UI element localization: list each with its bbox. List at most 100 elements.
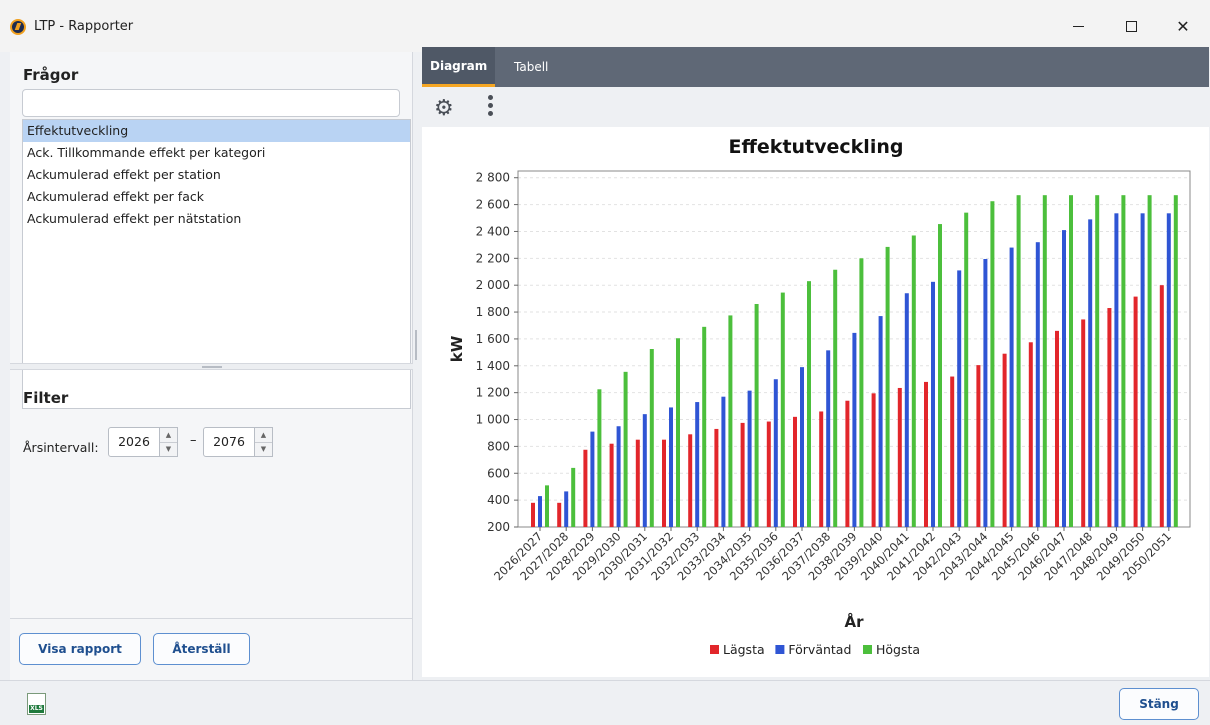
query-search-input[interactable] [22, 89, 400, 117]
left-panel: Frågor Effektutveckling Ack. Tillkommand… [10, 52, 413, 680]
show-report-button[interactable]: Visa rapport [19, 633, 141, 665]
bar-förväntad [721, 396, 726, 527]
more-options-icon[interactable] [488, 95, 493, 119]
bar-förväntad [878, 316, 883, 527]
reset-button[interactable]: Återställ [153, 633, 250, 665]
bar-förväntad [852, 332, 857, 527]
bar-lägsta [662, 439, 666, 527]
chart-title: Effektutveckling [729, 136, 904, 158]
increment-up-icon[interactable]: ▲ [160, 428, 177, 443]
chart-toolbar: ⚙ [422, 87, 1209, 127]
bar-lägsta [924, 381, 928, 527]
year-range-label: Årsintervall: [23, 440, 99, 455]
bar-förväntad [564, 491, 569, 527]
close-window-button[interactable]: ✕ [1160, 10, 1206, 42]
decrement-down-icon[interactable]: ▼ [160, 443, 177, 457]
maximize-button[interactable] [1108, 10, 1154, 42]
y-axis: 200 400 600 800 1 000 1 200 1 400 1 600 1 800 2 0… [476, 171, 518, 534]
bar-högsta [571, 467, 576, 527]
bar-förväntad [538, 496, 542, 527]
window-title: LTP - Rapporter [34, 19, 134, 34]
bar-lägsta [740, 422, 745, 527]
footer-bar: XLS Stäng [0, 680, 1210, 725]
y-tick-label: 1 200 [476, 386, 510, 400]
xls-export-icon[interactable]: XLS [27, 693, 46, 715]
splitter-grip-icon [415, 330, 417, 360]
bar-högsta [938, 224, 942, 527]
bar-förväntad [669, 407, 673, 527]
query-item-ack-per-fack[interactable]: Ackumulerad effekt per fack [23, 186, 410, 208]
bar-högsta [702, 326, 707, 527]
divider [10, 618, 413, 619]
bar-lägsta [845, 400, 850, 527]
increment-up-icon[interactable]: ▲ [255, 428, 272, 443]
title-bar: LTP - Rapporter ✕ [0, 0, 1210, 52]
bar-högsta [1147, 195, 1152, 527]
close-button[interactable]: Stäng [1119, 688, 1199, 720]
bar-lägsta [819, 411, 824, 527]
bar-lägsta [635, 439, 640, 527]
vertical-splitter[interactable] [414, 330, 418, 360]
bar-förväntad [826, 350, 831, 527]
decrement-down-icon[interactable]: ▼ [255, 443, 272, 457]
minimize-button[interactable] [1055, 10, 1101, 42]
bar-högsta [1121, 195, 1126, 527]
xls-icon-text: XLS [29, 705, 44, 713]
query-item-ack-per-station[interactable]: Ackumulerad effekt per station [23, 164, 410, 186]
close-icon: ✕ [1176, 16, 1190, 36]
y-tick-label: 1 000 [476, 413, 510, 427]
bar-högsta [754, 303, 759, 527]
bar-högsta [728, 315, 733, 527]
y-tick-label: 2 600 [476, 198, 510, 212]
bar-lägsta [583, 449, 588, 527]
year-to-spinner: 2076 ▲ ▼ [203, 427, 273, 457]
year-from-spinner: 2026 ▲ ▼ [108, 427, 178, 457]
bar-högsta [964, 212, 969, 527]
bar-högsta [1016, 195, 1021, 527]
legend-label: Lägsta [723, 642, 765, 657]
bar-lägsta [1107, 308, 1112, 527]
bar-förväntad [1114, 213, 1119, 527]
bar-högsta [990, 201, 995, 527]
bar-högsta [545, 485, 549, 527]
bar-lägsta [976, 365, 981, 527]
maximize-icon [1125, 20, 1137, 32]
tab-diagram[interactable]: Diagram [422, 47, 496, 87]
bar-förväntad [1088, 219, 1093, 527]
chart-legend: Lägsta Förväntad Högsta [710, 642, 920, 657]
bar-förväntad [642, 414, 647, 527]
x-axis: 2026/20272027/20282028/20292029/20302030… [491, 527, 1174, 583]
y-tick-label: 2 400 [476, 224, 510, 238]
bar-lägsta [609, 443, 614, 527]
effekt-chart: Effektutveckling 200 400 600 800 1 000 1 200 1… [448, 136, 1191, 657]
bar-lägsta [766, 421, 771, 527]
y-tick-label: 2 800 [476, 171, 510, 185]
tab-tabell[interactable]: Tabell [506, 47, 556, 87]
legend-swatch [775, 645, 785, 654]
bar-lägsta [557, 502, 562, 527]
horizontal-splitter[interactable] [10, 363, 413, 370]
bar-lägsta [1081, 319, 1086, 527]
bar-högsta [807, 281, 811, 527]
gear-icon[interactable]: ⚙ [434, 98, 454, 120]
bar-lägsta [688, 434, 693, 527]
bar-förväntad [983, 258, 988, 527]
legend-label: Förväntad [788, 642, 851, 657]
bar-lägsta [714, 428, 719, 527]
bar-lägsta [1055, 330, 1059, 527]
year-from-field[interactable]: 2026 [108, 427, 160, 457]
y-tick-label: 1 800 [476, 305, 510, 319]
query-item-effektutveckling[interactable]: Effektutveckling [23, 120, 410, 142]
bar-högsta [597, 389, 602, 527]
query-item-ack-tillkommande[interactable]: Ack. Tillkommande effekt per kategori [23, 142, 410, 164]
bar-högsta [833, 269, 838, 527]
bar-högsta [885, 246, 890, 527]
year-to-field[interactable]: 2076 [203, 427, 255, 457]
query-item-ack-per-natstation[interactable]: Ackumulerad effekt per nätstation [23, 208, 410, 230]
bar-lägsta [793, 416, 797, 527]
bar-förväntad [616, 426, 621, 527]
bar-förväntad [904, 293, 909, 527]
y-tick-label: 1 600 [476, 332, 510, 346]
bar-förväntad [773, 379, 778, 527]
range-dash: – [190, 433, 197, 448]
